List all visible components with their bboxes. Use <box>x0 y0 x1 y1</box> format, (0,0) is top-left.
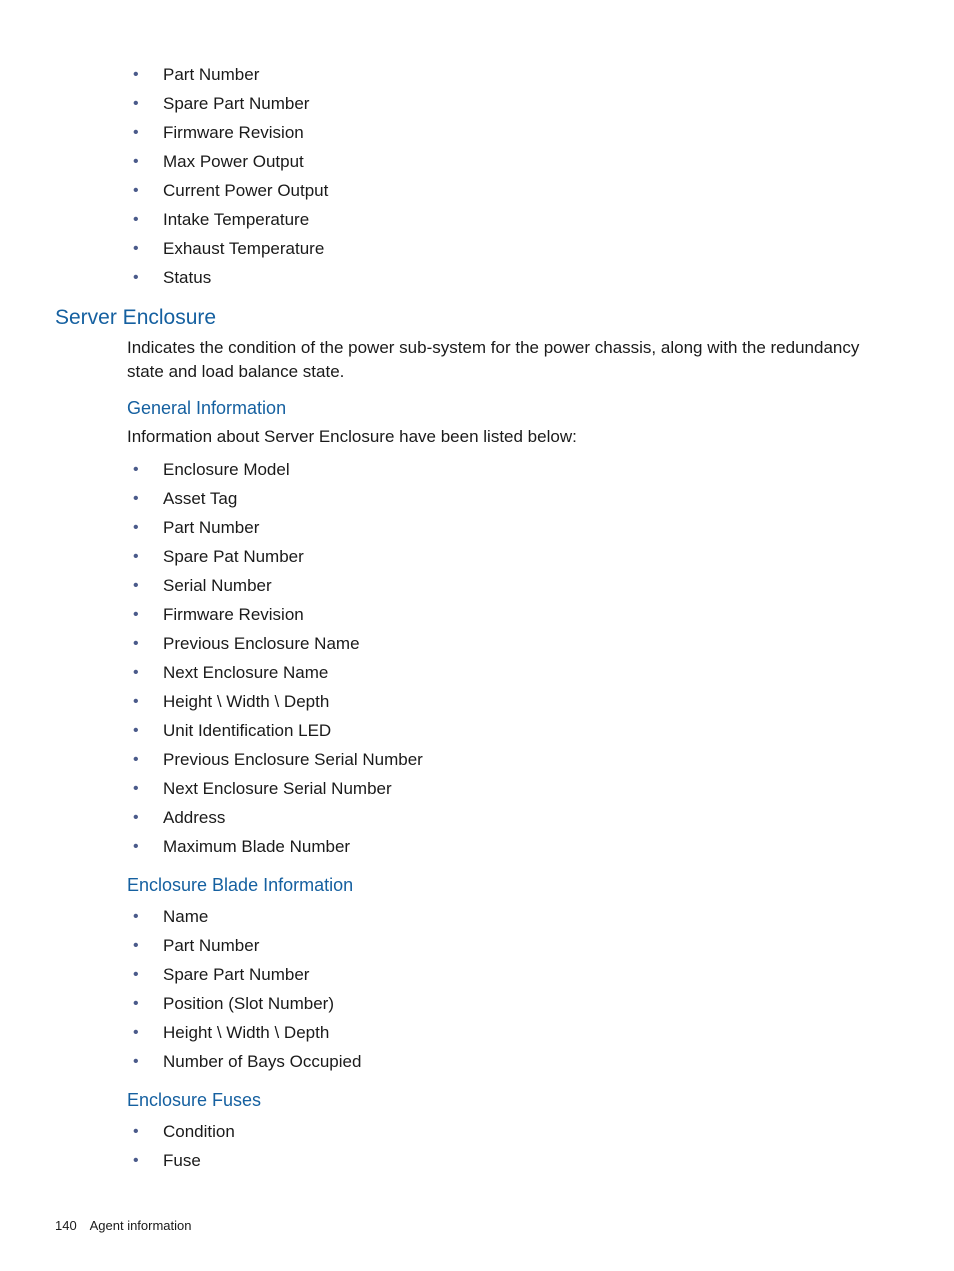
list-item: Spare Part Number <box>133 89 899 118</box>
list-item: Part Number <box>133 60 899 89</box>
list-item: Next Enclosure Serial Number <box>133 774 899 803</box>
section-intro: Indicates the condition of the power sub… <box>127 336 899 384</box>
page-number: 140 <box>55 1218 77 1233</box>
list-item: Unit Identification LED <box>133 716 899 745</box>
list-item: Height \ Width \ Depth <box>133 1018 899 1047</box>
list-item: Intake Temperature <box>133 205 899 234</box>
list-item: Firmware Revision <box>133 118 899 147</box>
list-item: Number of Bays Occupied <box>133 1047 899 1076</box>
list-item: Previous Enclosure Serial Number <box>133 745 899 774</box>
list-item: Serial Number <box>133 571 899 600</box>
subsection-heading-general-information: General Information <box>127 398 899 419</box>
list-item: Status <box>133 263 899 292</box>
list-item: Position (Slot Number) <box>133 989 899 1018</box>
list-item: Previous Enclosure Name <box>133 629 899 658</box>
list-item: Part Number <box>133 931 899 960</box>
list-item: Firmware Revision <box>133 600 899 629</box>
subsection-heading-blade-information: Enclosure Blade Information <box>127 875 899 896</box>
list-item: Address <box>133 803 899 832</box>
blade-info-list: Name Part Number Spare Part Number Posit… <box>55 902 899 1076</box>
list-item: Height \ Width \ Depth <box>133 687 899 716</box>
top-list: Part Number Spare Part Number Firmware R… <box>55 60 899 292</box>
list-item: Exhaust Temperature <box>133 234 899 263</box>
section-heading-server-enclosure: Server Enclosure <box>55 306 899 330</box>
list-item: Fuse <box>133 1146 899 1175</box>
list-item: Current Power Output <box>133 176 899 205</box>
footer-label: Agent information <box>90 1218 192 1233</box>
list-item: Part Number <box>133 513 899 542</box>
fuses-list: Condition Fuse <box>55 1117 899 1175</box>
list-item: Enclosure Model <box>133 455 899 484</box>
subsection-lead: Information about Server Enclosure have … <box>127 425 899 449</box>
list-item: Name <box>133 902 899 931</box>
list-item: Spare Part Number <box>133 960 899 989</box>
list-item: Spare Pat Number <box>133 542 899 571</box>
general-info-list: Enclosure Model Asset Tag Part Number Sp… <box>55 455 899 861</box>
list-item: Next Enclosure Name <box>133 658 899 687</box>
list-item: Maximum Blade Number <box>133 832 899 861</box>
list-item: Condition <box>133 1117 899 1146</box>
list-item: Asset Tag <box>133 484 899 513</box>
list-item: Max Power Output <box>133 147 899 176</box>
page-footer: 140 Agent information <box>55 1218 192 1233</box>
subsection-heading-enclosure-fuses: Enclosure Fuses <box>127 1090 899 1111</box>
